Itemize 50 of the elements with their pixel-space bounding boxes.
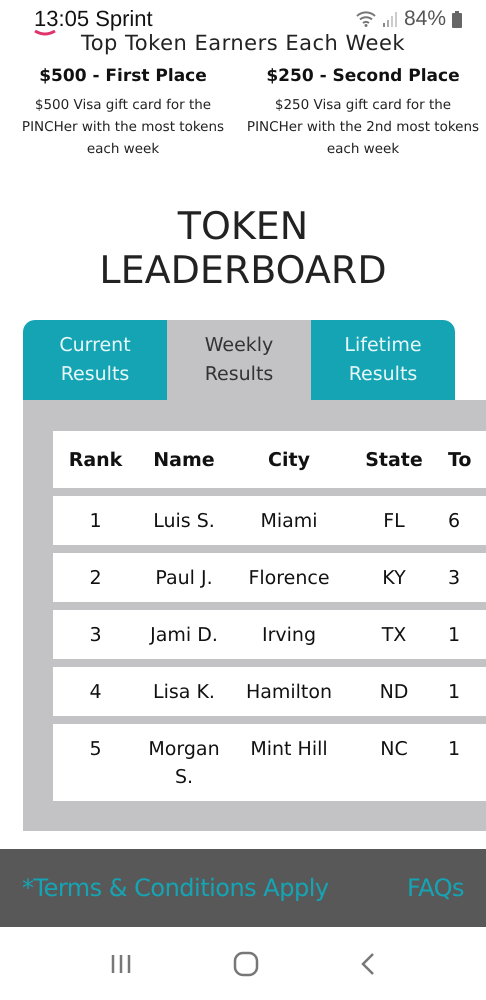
wifi-icon (356, 11, 376, 27)
column-header: State (364, 448, 424, 473)
table-cell-text: NC (379, 737, 409, 762)
table-cell-text: FL (382, 509, 406, 534)
table-cell-text: ND (378, 680, 410, 705)
table-cell-text: 4 (88, 680, 103, 705)
table-cell-text: Paul J. (154, 566, 214, 591)
table-cell-text: KY (381, 566, 407, 591)
table-cell-text: Luis S. (152, 509, 216, 534)
table-cell-text: 1 (447, 680, 462, 705)
table-cell-text: Lisa K. (152, 680, 216, 705)
table-cell-text: 3 (447, 566, 462, 591)
table-cell-text: Florence (247, 566, 331, 591)
table-cell-text: TX (380, 623, 408, 648)
prize-description: $250 Visa gift card for the PINCHer with the 2nd most tokens each week (246, 96, 480, 159)
table-cell-text: 1 (447, 623, 462, 648)
table-cell-text: 6 (447, 509, 462, 534)
table-cell-text: Irving (260, 623, 318, 648)
status-time: 13:05 Sprint (34, 6, 153, 32)
battery-percent: 84% (404, 7, 446, 31)
battery-icon (452, 10, 462, 28)
prize-title: $500 - First Place (39, 66, 207, 86)
column-header: Name (152, 448, 216, 473)
column-header: City (267, 448, 311, 473)
table-cell-text: Mint Hill (249, 737, 329, 762)
signal-icon (382, 11, 398, 27)
results-tab[interactable]: Lifetime Results (311, 320, 455, 400)
back-icon[interactable] (360, 952, 376, 976)
column-header: Rank (68, 448, 124, 473)
table-cell-text: 2 (88, 566, 103, 591)
terms-link[interactable]: *Terms & Conditions Apply (22, 874, 329, 902)
results-tab[interactable]: Weekly Results (167, 320, 311, 400)
table-cell-text: 1 (88, 509, 103, 534)
table-cell-text: 3 (88, 623, 103, 648)
leaderboard-title: TOKEN LEADERBOARD (98, 204, 388, 292)
results-tab[interactable]: Current Results (23, 320, 167, 400)
table-cell-text: Hamilton (244, 680, 334, 705)
section-heading: Top Token Earners Each Week (80, 31, 406, 55)
logo-icon (34, 30, 56, 36)
faqs-link[interactable]: FAQs (407, 874, 464, 902)
column-header: To (447, 448, 472, 473)
prize-description: $500 Visa gift card for the PINCHer with the most tokens each week (20, 96, 226, 159)
table-cell-text: Miami (259, 509, 319, 534)
table-cell-text: 5 (88, 737, 103, 762)
home-icon[interactable] (232, 950, 259, 976)
prize-title: $250 - Second Place (266, 66, 460, 86)
recent-apps-icon[interactable] (110, 952, 132, 974)
table-cell-text: Jami D. (148, 623, 219, 648)
table-cell-text: Morgan S. (147, 737, 221, 790)
table-cell-text: 1 (447, 737, 462, 762)
